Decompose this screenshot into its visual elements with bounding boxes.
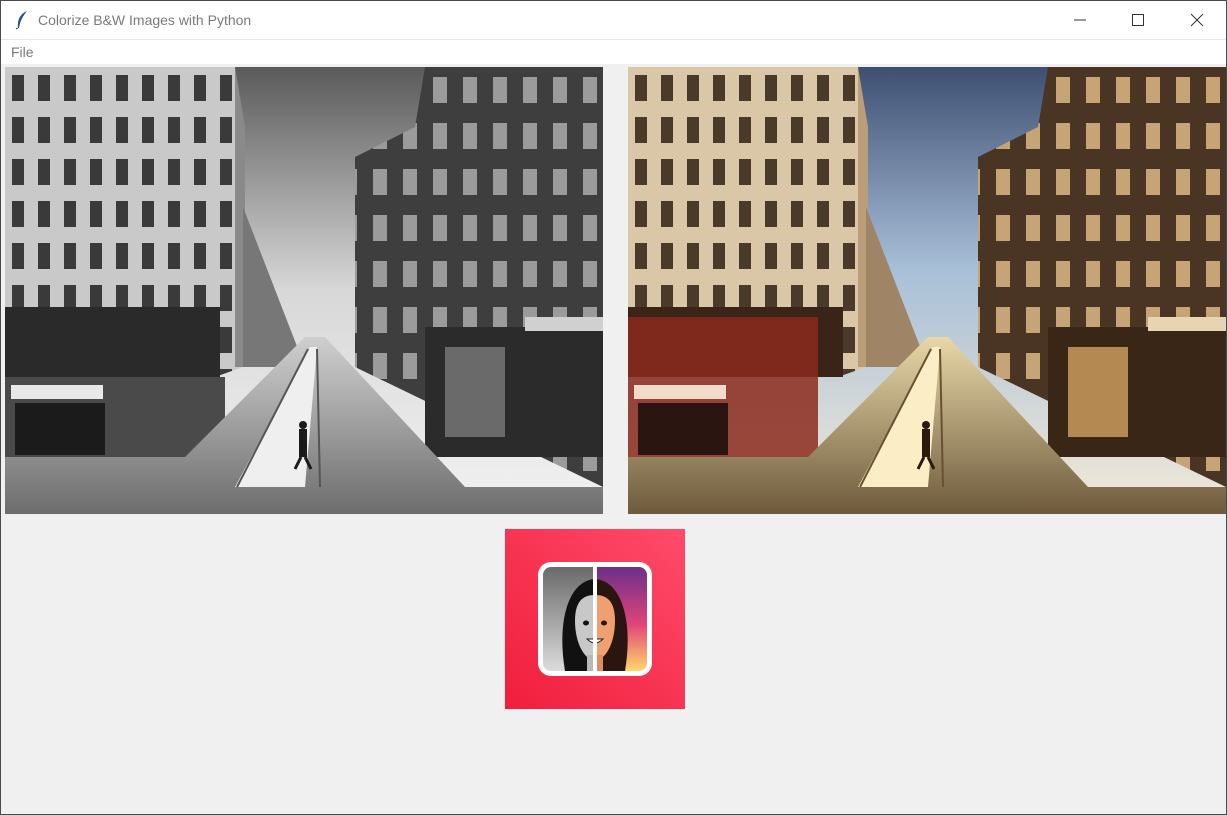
- minimize-button[interactable]: [1051, 1, 1109, 39]
- close-button[interactable]: [1168, 1, 1226, 39]
- feather-icon: [15, 11, 27, 30]
- app-window: Colorize B&W Images with Python File: [0, 0, 1227, 815]
- colorized-image: [628, 67, 1226, 514]
- maximize-button[interactable]: [1109, 1, 1167, 39]
- close-icon: [1190, 13, 1204, 27]
- window-title: Colorize B&W Images with Python: [38, 12, 252, 28]
- minimize-icon: [1074, 19, 1086, 21]
- original-image: [5, 67, 603, 514]
- bw-to-color-face-icon: [505, 529, 685, 709]
- menu-bar: File: [1, 39, 1226, 64]
- title-bar[interactable]: Colorize B&W Images with Python: [1, 1, 1226, 39]
- maximize-icon: [1132, 14, 1144, 26]
- menu-file[interactable]: File: [11, 44, 34, 60]
